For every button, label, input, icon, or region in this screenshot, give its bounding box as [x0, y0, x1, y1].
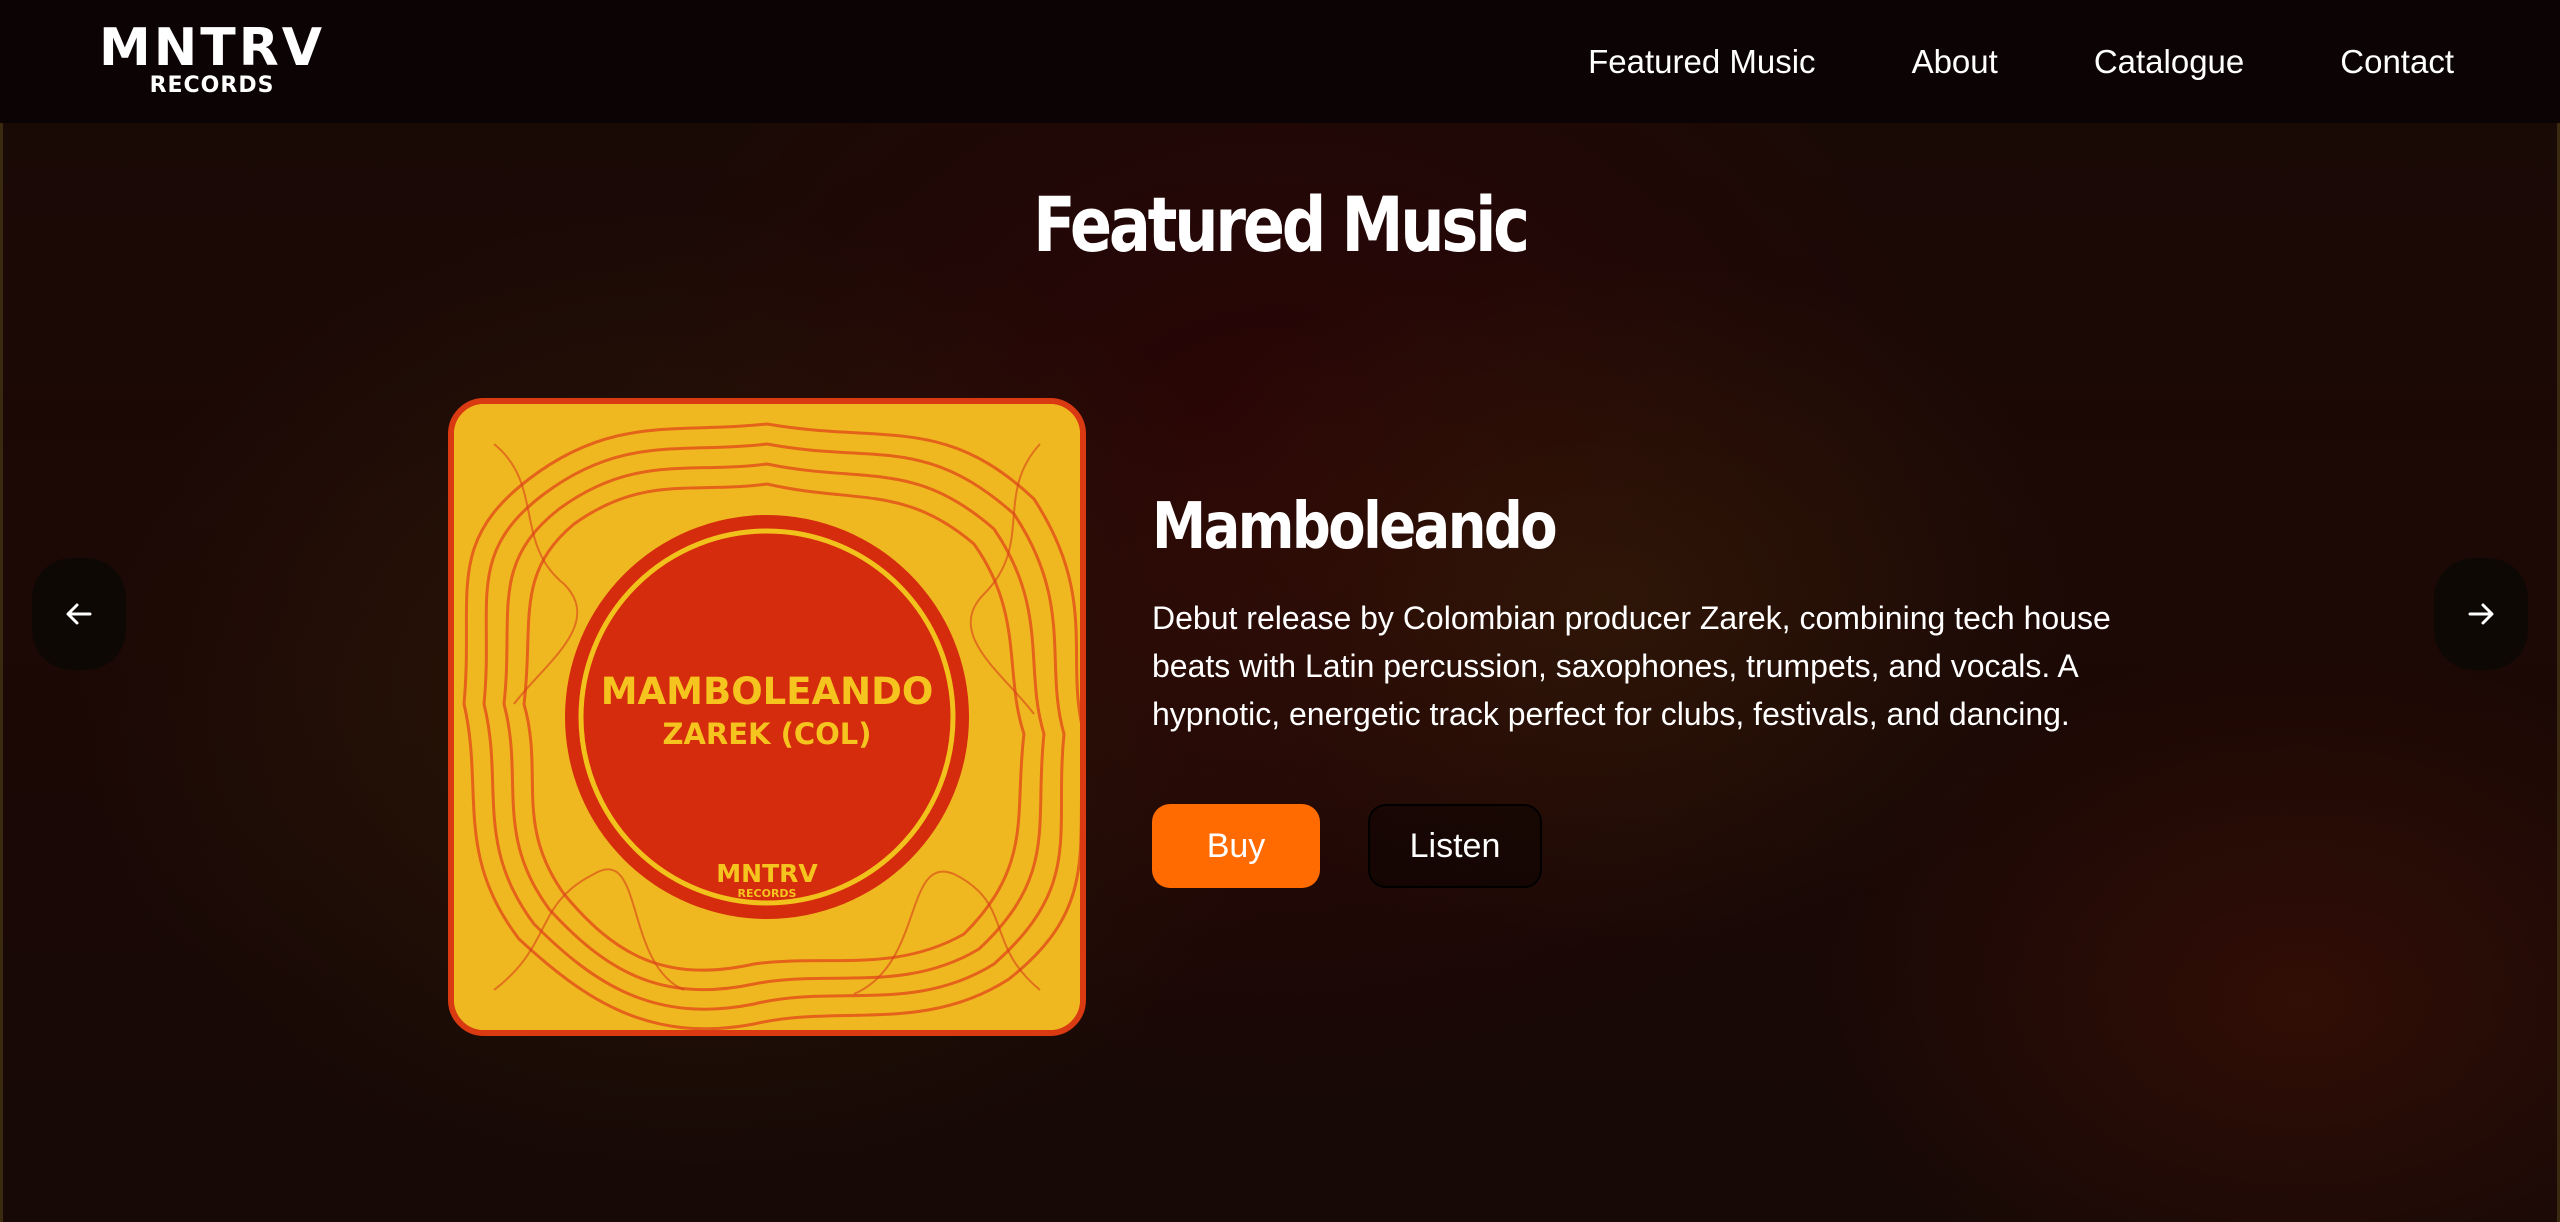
nav-catalogue[interactable]: Catalogue: [2094, 43, 2244, 81]
release-description: Debut release by Colombian producer Zare…: [1152, 600, 2111, 732]
logo-wordmark: MNTRV: [98, 18, 326, 78]
cover-label-main: MNTRV: [716, 859, 818, 888]
nav-featured-music[interactable]: Featured Music: [1588, 43, 1815, 81]
listen-button[interactable]: Listen: [1368, 804, 1542, 888]
carousel-next-button[interactable]: [2434, 558, 2528, 670]
section-title: Featured Music: [1033, 180, 1530, 269]
carousel-prev-button[interactable]: [32, 558, 126, 670]
release-title: Mamboleando: [1152, 490, 1558, 564]
nav-contact[interactable]: Contact: [2340, 43, 2454, 81]
arrow-left-icon: [66, 603, 92, 625]
site-logo[interactable]: MNTRV RECORDS: [98, 22, 326, 98]
site-header: MNTRV RECORDS Featured Music About Catal…: [0, 0, 2560, 123]
cover-artist: ZAREK (COL): [662, 717, 871, 751]
cover-title: MAMBOLEANDO: [601, 670, 934, 713]
page: MNTRV RECORDS Featured Music About Catal…: [0, 0, 2560, 1222]
album-cover[interactable]: MAMBOLEANDO ZAREK (COL) MNTRV RECORDS: [448, 398, 1086, 1036]
album-cover-art: MAMBOLEANDO ZAREK (COL) MNTRV RECORDS: [454, 404, 1080, 1030]
nav-about[interactable]: About: [1912, 43, 1998, 81]
release-actions: Buy Listen: [1152, 804, 2112, 888]
cover-label-sub: RECORDS: [738, 887, 797, 900]
main-nav: Featured Music About Catalogue Contact: [1492, 0, 2454, 123]
arrow-right-icon: [2468, 603, 2494, 625]
left-edge: [0, 0, 3, 1222]
buy-button[interactable]: Buy: [1152, 804, 1320, 888]
release-info: Mamboleando Debut release by Colombian p…: [1152, 490, 2112, 888]
